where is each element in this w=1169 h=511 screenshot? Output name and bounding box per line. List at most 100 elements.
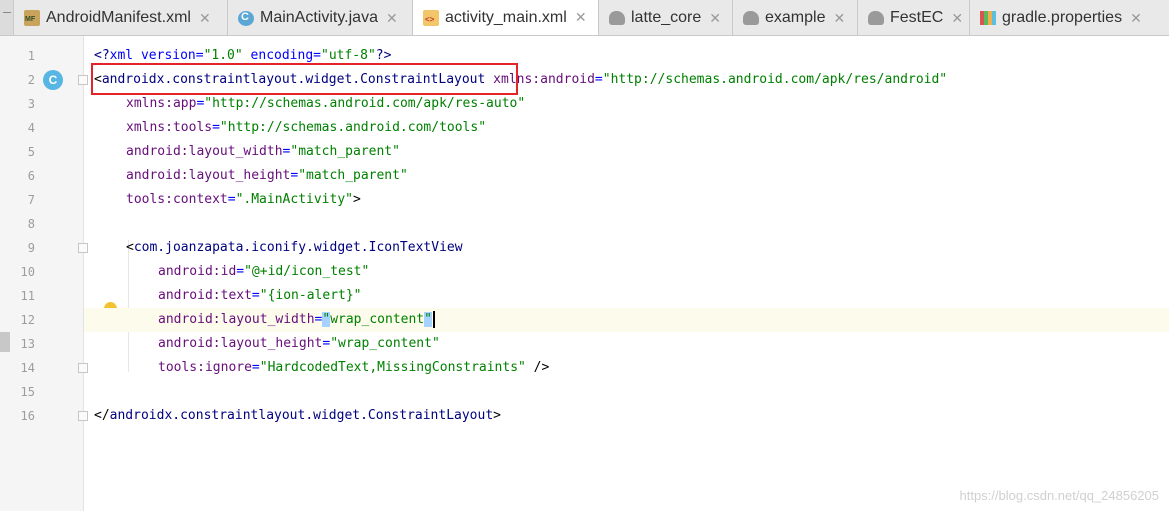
line-number: 3 xyxy=(27,97,35,111)
line-number: 10 xyxy=(20,265,35,279)
line-number: 6 xyxy=(27,169,35,183)
token: "wrap_content" xyxy=(330,336,440,351)
line-number: 13 xyxy=(20,337,35,351)
token: "match_parent" xyxy=(290,144,400,159)
code-editor[interactable]: 1 2 3 4 5 6 7 8 9 10 11 12 13 14 15 16 C… xyxy=(0,36,1169,511)
token: = xyxy=(594,72,603,87)
code-line-12-current[interactable]: android:layout_width="wrap_content" xyxy=(84,308,1169,332)
code-line-13[interactable]: android:layout_height="wrap_content" xyxy=(84,332,1169,356)
token: encoding= xyxy=(242,48,321,63)
token: android:id xyxy=(158,264,237,279)
close-icon[interactable]: ✕ xyxy=(386,10,398,27)
line-number: 5 xyxy=(27,145,35,159)
token: xml version= xyxy=(109,48,204,63)
token: = xyxy=(212,120,220,135)
gradle-module-icon xyxy=(609,11,625,25)
gradle-module-icon xyxy=(743,11,759,25)
close-icon[interactable]: ✕ xyxy=(1130,10,1142,27)
token: android:layout_width xyxy=(126,144,283,159)
tab-label: FestEC xyxy=(890,9,944,26)
tab-label: example xyxy=(765,9,826,26)
gutter-scroll-marker xyxy=(0,332,10,352)
watermark: https://blog.csdn.net/qq_24856205 xyxy=(959,488,1160,503)
code-line-8[interactable] xyxy=(84,212,1169,236)
token: "http://schemas.android.com/apk/res-auto… xyxy=(204,96,526,111)
tab-gradle-properties[interactable]: gradle.properties ✕ xyxy=(970,0,1169,35)
text-caret xyxy=(432,311,435,328)
matched-quote: " xyxy=(424,312,432,327)
code-line-14[interactable]: tools:ignore="HardcodedText,MissingConst… xyxy=(84,356,1169,380)
token: wrap_content xyxy=(330,312,425,327)
tab-scroll-strip[interactable] xyxy=(0,0,14,35)
editor-tab-bar: AndroidManifest.xml ✕ MainActivity.java … xyxy=(0,0,1169,36)
line-number: 9 xyxy=(27,241,35,255)
tab-festec[interactable]: FestEC ✕ xyxy=(858,0,970,35)
tab-label: latte_core xyxy=(631,9,702,26)
code-area[interactable]: <?xml version="1.0" encoding="utf-8"?> <… xyxy=(84,36,1169,511)
line-number: 14 xyxy=(20,361,35,375)
editor-gutter[interactable]: 1 2 3 4 5 6 7 8 9 10 11 12 13 14 15 16 C xyxy=(0,36,117,511)
token: = xyxy=(236,264,245,279)
token: ".MainActivity" xyxy=(235,192,353,207)
code-line-15[interactable] xyxy=(84,380,1169,404)
line-number: 15 xyxy=(20,385,35,399)
properties-file-icon xyxy=(980,11,996,25)
tab-androidmanifest[interactable]: AndroidManifest.xml ✕ xyxy=(14,0,228,35)
token: com.joanzapata.iconify.widget.IconTextVi… xyxy=(133,240,463,255)
tab-example[interactable]: example ✕ xyxy=(733,0,858,35)
token: "{ion-alert}" xyxy=(259,288,362,303)
close-icon[interactable]: ✕ xyxy=(575,9,587,26)
tab-label: AndroidManifest.xml xyxy=(46,9,191,26)
token: <? xyxy=(94,48,110,63)
token: > xyxy=(352,192,361,207)
token: "http://schemas.android.com/tools" xyxy=(219,120,487,135)
code-line-10[interactable]: android:id="@+id/icon_test" xyxy=(84,260,1169,284)
token: ?> xyxy=(375,48,392,63)
token: androidx.constraintlayout.widget.Constra… xyxy=(109,408,494,423)
token: "http://schemas.android.com/apk/res/andr… xyxy=(602,72,948,87)
close-icon[interactable]: ✕ xyxy=(951,10,963,27)
line-number: 7 xyxy=(27,193,35,207)
code-line-9[interactable]: <com.joanzapata.iconify.widget.IconTextV… xyxy=(84,236,1169,260)
tab-latte-core[interactable]: latte_core ✕ xyxy=(599,0,733,35)
tab-activity-main[interactable]: activity_main.xml ✕ xyxy=(413,0,599,35)
code-line-7[interactable]: tools:context=".MainActivity"> xyxy=(84,188,1169,212)
code-line-11[interactable]: android:text="{ion-alert}" xyxy=(84,284,1169,308)
token: xmlns:tools xyxy=(126,120,213,135)
gradle-module-icon xyxy=(868,11,884,25)
close-icon[interactable]: ✕ xyxy=(709,10,721,27)
token: "HardcodedText,MissingConstraints" xyxy=(259,360,526,375)
token: tools:context xyxy=(126,192,228,207)
tab-mainactivity[interactable]: MainActivity.java ✕ xyxy=(228,0,413,35)
line-number: 1 xyxy=(27,49,35,63)
token: android:layout_width xyxy=(158,312,315,327)
code-line-3[interactable]: xmlns:app="http://schemas.android.com/ap… xyxy=(84,92,1169,116)
class-navigation-icon[interactable]: C xyxy=(43,70,63,90)
token: "match_parent" xyxy=(298,168,408,183)
tab-label: activity_main.xml xyxy=(445,8,567,26)
code-line-5[interactable]: android:layout_width="match_parent" xyxy=(84,140,1169,164)
code-line-4[interactable]: xmlns:tools="http://schemas.android.com/… xyxy=(84,116,1169,140)
line-number: 12 xyxy=(20,313,35,327)
token: android:text xyxy=(158,288,252,303)
token: /> xyxy=(525,360,550,375)
manifest-file-icon xyxy=(24,10,40,26)
token: "1.0" xyxy=(203,48,243,63)
token: < xyxy=(126,240,134,255)
line-number: 2 xyxy=(27,73,35,87)
code-line-16[interactable]: </androidx.constraintlayout.widget.Const… xyxy=(84,404,1169,428)
java-class-icon xyxy=(238,10,254,26)
line-number: 11 xyxy=(20,289,35,303)
line-number: 8 xyxy=(27,217,35,231)
close-icon[interactable]: ✕ xyxy=(199,10,211,27)
line-number: 4 xyxy=(27,121,35,135)
token: </ xyxy=(94,408,110,423)
token: "utf-8" xyxy=(321,48,376,63)
token: = xyxy=(227,192,236,207)
close-icon[interactable]: ✕ xyxy=(833,10,845,27)
code-line-6[interactable]: android:layout_height="match_parent" xyxy=(84,164,1169,188)
line-number: 16 xyxy=(20,409,35,423)
token: xmlns:app xyxy=(126,96,197,111)
tab-label: gradle.properties xyxy=(1002,9,1123,26)
token: > xyxy=(493,408,501,423)
